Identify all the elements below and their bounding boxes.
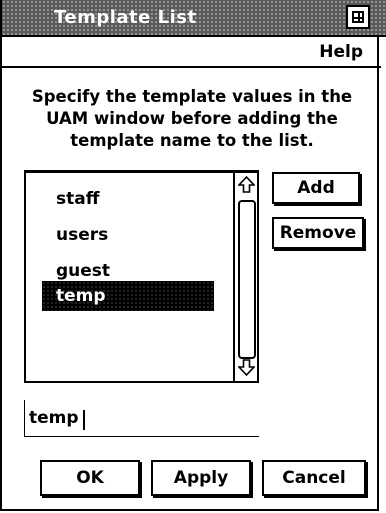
scroll-thumb[interactable] xyxy=(238,200,256,359)
remove-button[interactable]: Remove xyxy=(272,217,364,249)
window-title: Template List xyxy=(54,7,197,28)
ok-button[interactable]: OK xyxy=(40,460,140,496)
template-name-input[interactable]: temp xyxy=(24,400,259,437)
list-item-temp[interactable]: temp xyxy=(42,281,214,311)
help-menu[interactable]: Help xyxy=(319,42,363,62)
menu-bar: Help xyxy=(2,37,381,68)
template-list-dialog: Template List Help Specify the template … xyxy=(0,0,386,511)
list-item-staff[interactable]: staff xyxy=(42,184,214,214)
add-button[interactable]: Add xyxy=(272,172,360,204)
text-cursor xyxy=(83,410,85,430)
list-item-users[interactable]: users xyxy=(42,220,214,250)
cancel-button[interactable]: Cancel xyxy=(262,460,366,496)
input-value: temp xyxy=(29,408,79,428)
instruction-text: Specify the template values in the UAM w… xyxy=(31,87,353,150)
apply-button[interactable]: Apply xyxy=(151,460,251,496)
list-scrollbar[interactable] xyxy=(233,172,257,381)
title-bar[interactable]: Template List xyxy=(2,0,386,37)
scroll-up-arrow-icon[interactable] xyxy=(238,176,255,194)
scroll-down-arrow-icon[interactable] xyxy=(238,358,255,376)
maximize-icon[interactable] xyxy=(346,5,370,29)
template-listbox[interactable]: staff users guest temp xyxy=(24,170,259,383)
